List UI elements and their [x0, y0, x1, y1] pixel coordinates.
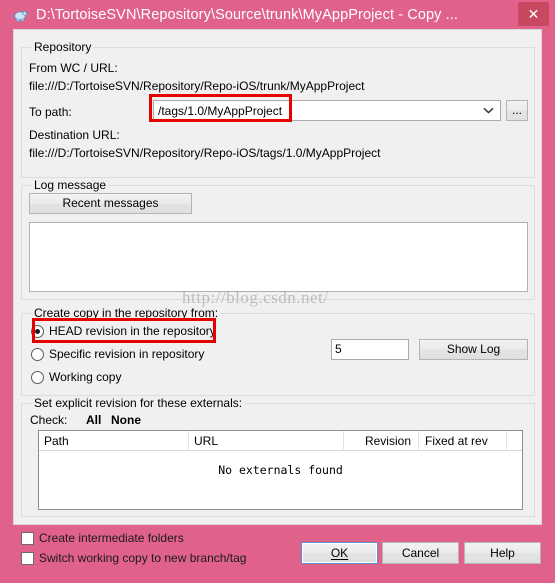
recent-messages-button[interactable]: Recent messages — [29, 193, 192, 214]
radio-specific-revision-indicator[interactable] — [31, 348, 44, 361]
title-bar: D:\TortoiseSVN\Repository\Source\trunk\M… — [0, 0, 555, 29]
column-header-path[interactable]: Path — [39, 431, 189, 451]
ok-button[interactable]: OK — [301, 542, 378, 564]
column-header-fixed-at-rev[interactable]: Fixed at rev — [419, 431, 507, 451]
radio-working-copy-indicator[interactable] — [31, 371, 44, 384]
column-header-url[interactable]: URL — [189, 431, 344, 451]
externals-empty-message: No externals found — [218, 463, 343, 477]
from-wc-url-value: file:///D:/TortoiseSVN/Repository/Repo-i… — [29, 79, 365, 93]
checkbox-create-intermediate-folders[interactable]: Create intermediate folders — [21, 531, 241, 547]
check-label: Check: — [30, 413, 68, 427]
checkbox-create-intermediate-folders-label: Create intermediate folders — [39, 531, 184, 545]
repository-group-title: Repository — [31, 40, 95, 54]
create-copy-group-title: Create copy in the repository from: — [31, 306, 222, 320]
to-path-input[interactable]: /tags/1.0/MyAppProject — [158, 101, 282, 120]
ok-button-label: OK — [330, 546, 349, 560]
log-message-textarea[interactable] — [29, 222, 528, 292]
radio-head-revision-indicator[interactable] — [31, 325, 44, 338]
window-title: D:\TortoiseSVN\Repository\Source\trunk\M… — [36, 7, 459, 23]
destination-url-label: Destination URL: — [29, 128, 120, 142]
radio-head-revision-label: HEAD revision in the repository — [49, 324, 216, 338]
externals-table-header: Path URL Revision Fixed at rev — [39, 431, 522, 451]
destination-url-value: file:///D:/TortoiseSVN/Repository/Repo-i… — [29, 146, 381, 160]
externals-group-title: Set explicit revision for these external… — [31, 396, 246, 410]
check-none-link[interactable]: None — [111, 413, 141, 427]
to-path-combobox[interactable]: /tags/1.0/MyAppProject — [153, 100, 501, 121]
log-message-group-title: Log message — [31, 178, 110, 192]
browse-to-path-button[interactable]: ... — [506, 100, 528, 121]
to-path-label: To path: — [29, 105, 72, 119]
revision-number-input[interactable]: 5 — [331, 339, 409, 360]
checkbox-switch-working-copy-box[interactable] — [21, 552, 34, 565]
column-header-revision[interactable]: Revision — [344, 431, 419, 451]
show-log-button[interactable]: Show Log — [419, 339, 528, 360]
radio-specific-revision[interactable]: Specific revision in repository — [31, 347, 231, 363]
tortoisesvn-icon — [13, 7, 29, 23]
checkbox-switch-working-copy[interactable]: Switch working copy to new branch/tag — [21, 551, 271, 567]
close-button[interactable]: ✕ — [518, 2, 549, 26]
externals-table[interactable]: Path URL Revision Fixed at rev No extern… — [38, 430, 523, 510]
radio-head-revision[interactable]: HEAD revision in the repository — [31, 324, 231, 340]
copy-dialog-window: D:\TortoiseSVN\Repository\Source\trunk\M… — [0, 0, 555, 583]
radio-working-copy-label: Working copy — [49, 370, 122, 384]
radio-working-copy[interactable]: Working copy — [31, 370, 191, 386]
from-wc-url-label: From WC / URL: — [29, 61, 118, 75]
dialog-client-area: Repository From WC / URL: file:///D:/Tor… — [13, 29, 542, 525]
radio-specific-revision-label: Specific revision in repository — [49, 347, 205, 361]
checkbox-create-intermediate-folders-box[interactable] — [21, 532, 34, 545]
check-all-link[interactable]: All — [86, 413, 101, 427]
cancel-button[interactable]: Cancel — [382, 542, 459, 564]
close-icon: ✕ — [527, 6, 540, 22]
chevron-down-icon[interactable] — [480, 101, 496, 120]
help-button[interactable]: Help — [464, 542, 541, 564]
column-header-spacer — [507, 431, 524, 451]
checkbox-switch-working-copy-label: Switch working copy to new branch/tag — [39, 551, 247, 565]
